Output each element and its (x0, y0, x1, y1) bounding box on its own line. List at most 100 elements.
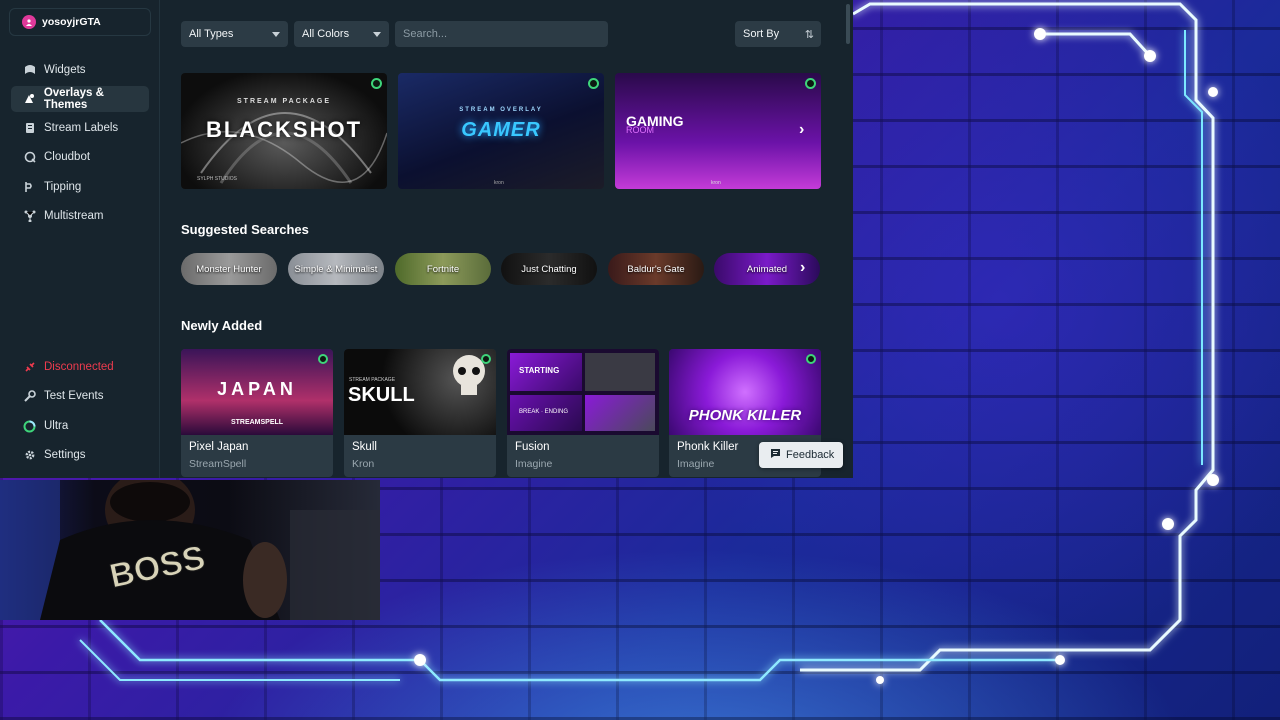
feedback-label: Feedback (786, 449, 835, 461)
color-filter-select[interactable]: All Colors (294, 21, 389, 47)
thumb-panel (585, 395, 655, 431)
sidebar-item-label: Widgets (44, 64, 86, 76)
sidebar-item-ultra[interactable]: Ultra (11, 413, 149, 439)
sort-by-label: Sort By (743, 28, 780, 40)
sidebar-item-label: Ultra (44, 420, 69, 432)
sidebar-item-widgets[interactable]: Widgets (11, 57, 149, 83)
labels-icon (23, 122, 36, 135)
card-thumbnail: JAPAN STREAMSPELL (181, 349, 333, 435)
card-subtitle: ROOM (626, 125, 654, 135)
feedback-icon (770, 448, 781, 462)
newly-added-card[interactable]: STARTING BREAK · ENDING Fusion Imagine (507, 349, 659, 477)
sort-by-button[interactable]: Sort By ⇅ (735, 21, 821, 47)
wrench-icon (23, 390, 36, 403)
user-avatar-icon (22, 15, 36, 29)
featured-theme-card[interactable]: STREAM PACKAGE BLACKSHOT SYLPH STUDIOS (181, 73, 387, 189)
sidebar-item-label: Settings (44, 449, 86, 461)
card-subtitle: STREAM PACKAGE (237, 98, 331, 105)
card-author: Imagine (677, 458, 715, 470)
featured-theme-card[interactable]: GAMING ROOM kron (615, 73, 821, 189)
sidebar: yosoyjrGTA Widgets Overlays & Themes Str… (0, 0, 160, 478)
sidebar-item-test-events[interactable]: Test Events (11, 383, 149, 409)
suggested-pill[interactable]: Fortnite (395, 253, 491, 285)
sidebar-item-settings[interactable]: Settings (11, 442, 149, 468)
tipping-icon (23, 181, 36, 194)
verified-badge-icon (805, 78, 816, 89)
suggested-pill[interactable]: Baldur's Gate (608, 253, 704, 285)
card-title: BLACKSHOT (205, 117, 363, 142)
suggested-searches-title: Suggested Searches (181, 222, 309, 237)
card-thumbnail: STARTING BREAK · ENDING (507, 349, 659, 435)
verified-badge-icon (588, 78, 599, 89)
card-title: GAMER (461, 119, 541, 141)
card-name: Fusion (515, 441, 550, 453)
card-thumbnail: PHONK KILLER (669, 349, 821, 435)
suggested-next-arrow-icon[interactable]: › (800, 259, 805, 277)
user-name: yosoyjrGTA (42, 16, 101, 28)
themes-icon (23, 93, 36, 106)
color-filter-value: All Colors (302, 28, 350, 40)
card-brand: SYLPH STUDIOS (197, 176, 238, 182)
type-filter-select[interactable]: All Types (181, 21, 288, 47)
featured-next-arrow-icon[interactable]: › (799, 121, 804, 139)
sidebar-item-label: Tipping (44, 181, 82, 193)
sidebar-item-multistream[interactable]: Multistream (11, 203, 149, 229)
card-name: Phonk Killer (677, 441, 739, 453)
widgets-icon (23, 64, 36, 77)
sidebar-item-label: Cloudbot (44, 151, 91, 163)
thumb-panel (585, 353, 655, 391)
sidebar-item-label: Test Events (44, 390, 104, 402)
card-author: Imagine (515, 458, 553, 470)
card-brand: kron (494, 180, 504, 186)
card-brand: kron (711, 180, 721, 186)
sidebar-item-label: Disconnected (44, 361, 114, 373)
user-account-button[interactable]: yosoyjrGTA (9, 8, 151, 36)
ultra-icon (23, 420, 36, 433)
sidebar-item-cloudbot[interactable]: Cloudbot (11, 144, 149, 170)
thumb-title: PHONK KILLER (688, 407, 802, 424)
webcam-person-image: BOSS (0, 480, 380, 620)
card-subtitle: STREAM OVERLAY (459, 107, 543, 113)
suggested-pill[interactable]: Monster Hunter (181, 253, 277, 285)
card-name: Pixel Japan (189, 441, 249, 453)
card-thumbnail: STREAM PACKAGE SKULL (344, 349, 496, 435)
thumb-subtitle: BREAK · ENDING (519, 409, 569, 415)
type-filter-value: All Types (189, 28, 234, 40)
main-scrollbar[interactable] (846, 4, 850, 44)
connection-status-disconnected[interactable]: Disconnected (11, 354, 149, 380)
search-input[interactable] (395, 21, 608, 47)
verified-badge-icon (318, 354, 328, 364)
verified-badge-icon (371, 78, 382, 89)
newly-added-title: Newly Added (181, 318, 263, 333)
thumb-title: JAPAN (217, 379, 297, 399)
verified-badge-icon (806, 354, 816, 364)
cloudbot-icon (23, 151, 36, 164)
gear-icon (23, 449, 36, 462)
thumb-subtitle: STREAMSPELL (230, 419, 284, 426)
featured-theme-card[interactable]: STREAM OVERLAY GAMER kron (398, 73, 604, 189)
multistream-icon (23, 210, 36, 223)
card-author: Kron (352, 458, 375, 470)
sidebar-item-tipping[interactable]: Tipping (11, 174, 149, 200)
thumb-title: SKULL (348, 384, 415, 406)
card-author: StreamSpell (189, 458, 247, 470)
sidebar-item-label: Overlays & Themes (43, 87, 104, 111)
verified-badge-icon (481, 354, 491, 364)
thumb-subtitle: STREAM PACKAGE (349, 377, 396, 383)
chevron-down-icon (373, 32, 381, 37)
sort-icon: ⇅ (804, 29, 814, 41)
webcam-feed: BOSS (0, 480, 380, 620)
thumb-title: STARTING (519, 366, 560, 375)
feedback-button[interactable]: Feedback (759, 442, 843, 468)
suggested-pill[interactable]: Just Chatting (501, 253, 597, 285)
newly-added-card[interactable]: STREAM PACKAGE SKULL Skull Kron (344, 349, 496, 477)
suggested-pill[interactable]: Simple & Minimalist (288, 253, 384, 285)
chevron-down-icon (272, 32, 280, 37)
sidebar-item-stream-labels[interactable]: Stream Labels (11, 115, 149, 141)
card-name: Skull (352, 441, 377, 453)
newly-added-card[interactable]: JAPAN STREAMSPELL Pixel Japan StreamSpel… (181, 349, 333, 477)
sidebar-item-label: Multistream (44, 210, 104, 222)
disconnected-icon (23, 361, 36, 374)
sidebar-item-overlays-themes[interactable]: Overlays & Themes (11, 86, 149, 112)
streamlabs-app-window: yosoyjrGTA Widgets Overlays & Themes Str… (0, 0, 853, 478)
